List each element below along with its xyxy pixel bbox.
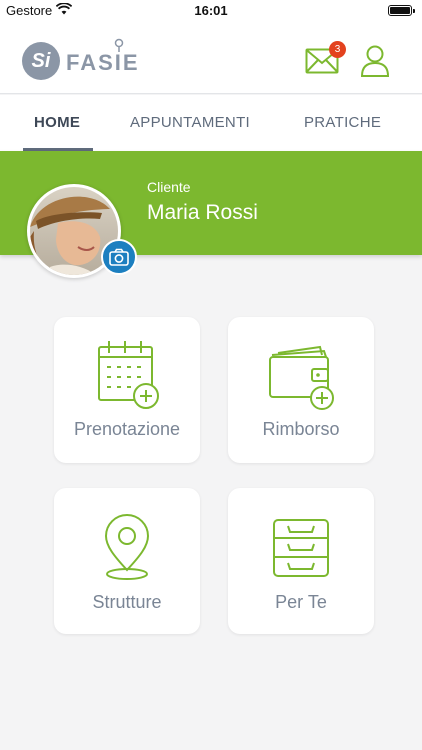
profile-role: Cliente xyxy=(147,179,191,195)
card-label: Per Te xyxy=(275,592,327,612)
logo-pin-icon xyxy=(114,38,124,52)
tab-appuntamenti[interactable]: APPUNTAMENTI xyxy=(130,95,250,151)
card-prenotazione[interactable]: Prenotazione xyxy=(54,317,200,463)
location-pin-icon xyxy=(104,514,150,580)
card-label: Prenotazione xyxy=(73,419,181,439)
camera-icon xyxy=(109,248,129,266)
battery-icon xyxy=(388,5,415,16)
tab-home[interactable]: HOME xyxy=(34,95,80,151)
card-label: Rimborso xyxy=(262,419,340,439)
card-per-te[interactable]: Per Te xyxy=(228,488,374,634)
logo-mark: Si xyxy=(22,42,60,80)
change-photo-button[interactable] xyxy=(101,239,137,275)
tab-pratiche[interactable]: PRATICHE xyxy=(304,95,381,151)
app-header: Si FASIE 3 xyxy=(0,22,422,94)
tab-bar: HOME APPUNTAMENTI PRATICHE xyxy=(0,95,422,151)
card-rimborso[interactable]: Rimborso xyxy=(228,317,374,463)
card-label: Strutture xyxy=(92,592,162,612)
clock: 16:01 xyxy=(194,3,228,18)
logo-text: FASIE xyxy=(66,50,140,75)
mail-badge: 3 xyxy=(329,41,346,58)
fasie-logo: Si FASIE xyxy=(22,38,152,80)
calendar-add-icon xyxy=(98,341,159,409)
user-icon[interactable] xyxy=(360,45,390,77)
card-strutture[interactable]: Strutture xyxy=(54,488,200,634)
status-bar: Gestore 16:01 xyxy=(0,0,422,22)
drawers-icon xyxy=(273,519,329,577)
wallet-add-icon xyxy=(269,345,334,410)
profile-name: Maria Rossi xyxy=(147,201,258,224)
